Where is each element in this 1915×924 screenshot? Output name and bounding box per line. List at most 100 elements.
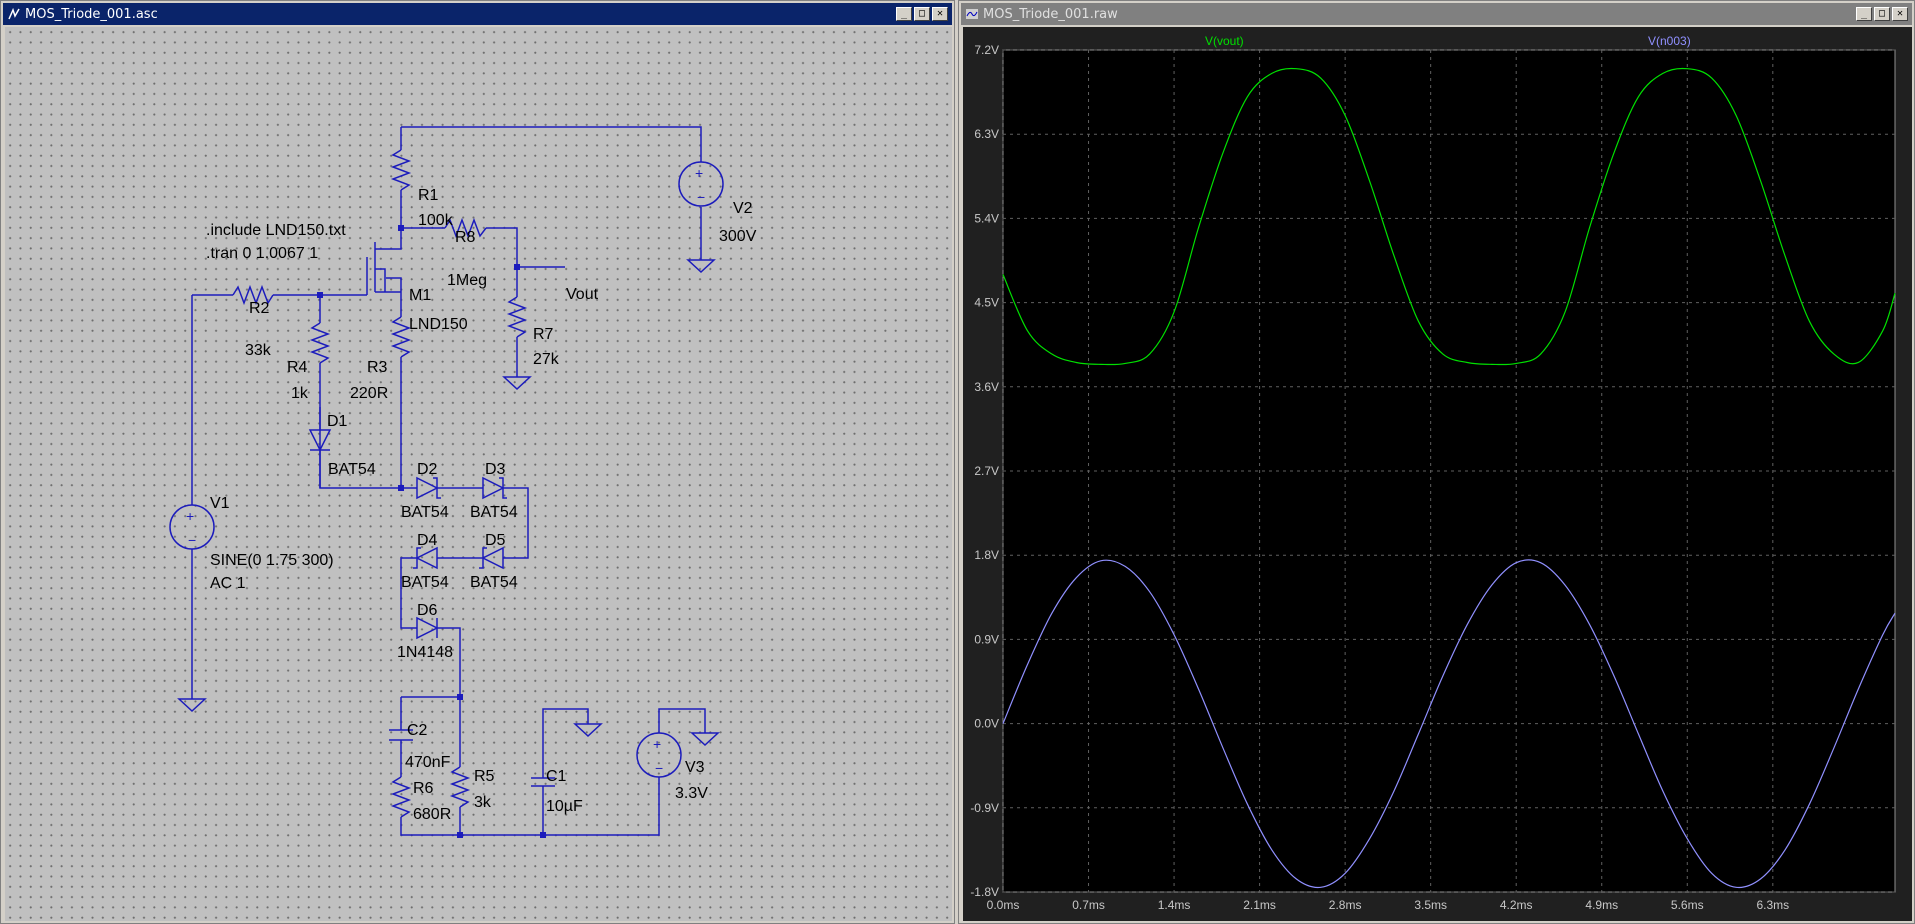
source-v3-symbol: +− [636, 732, 682, 778]
v1-name[interactable]: V1 [210, 495, 230, 512]
source-v2-symbol: +− [678, 161, 724, 207]
d4-value[interactable]: BAT54 [401, 574, 449, 591]
svg-text:+: + [695, 165, 703, 181]
ground-icon [573, 723, 603, 738]
r7-value[interactable]: 27k [533, 351, 560, 368]
d3-name[interactable]: D3 [485, 461, 506, 478]
y-tick-label: 0.0V [974, 717, 999, 731]
y-tick-label: 0.9V [974, 632, 999, 646]
source-v1-symbol: +− [169, 504, 215, 550]
schematic-title: MOS_Triode_001.asc [25, 6, 158, 22]
waveform-title: MOS_Triode_001.raw [983, 6, 1118, 22]
schematic-maximize-button[interactable]: □ [914, 7, 930, 21]
m1-value[interactable]: LND150 [409, 316, 468, 333]
d2-name[interactable]: D2 [417, 461, 438, 478]
trace-label-vout[interactable]: V(vout) [1205, 34, 1244, 48]
r1-value[interactable]: 100k [418, 212, 454, 229]
d3-value[interactable]: BAT54 [470, 504, 518, 521]
r6-value[interactable]: 680R [413, 806, 451, 823]
y-tick-label: 1.8V [974, 548, 999, 562]
waveform-plot-pane[interactable]: 7.2V 6.3V 5.4V 4.5V 3.6V 2.7V 1.8V 0.9V 0.0V -0.9… [963, 27, 1912, 921]
d4-name[interactable]: D4 [417, 532, 438, 549]
schematic-titlebar[interactable]: MOS_Triode_001.asc _ □ ✕ [3, 3, 952, 25]
ground-icon [502, 376, 532, 391]
r3-name[interactable]: R3 [367, 359, 388, 376]
c2-value[interactable]: 470nF [405, 754, 451, 771]
y-tick-label: 3.6V [974, 380, 999, 394]
d5-name[interactable]: D5 [485, 532, 506, 549]
d1-value[interactable]: BAT54 [328, 461, 376, 478]
ground-icon [686, 259, 716, 274]
v1-value-ac[interactable]: AC 1 [210, 575, 246, 592]
x-tick-label: 2.1ms [1243, 898, 1276, 912]
diode-symbols [308, 407, 507, 640]
waveform-close-button[interactable]: ✕ [1892, 7, 1908, 21]
x-tick-label: 0.0ms [987, 898, 1020, 912]
d6-name[interactable]: D6 [417, 602, 438, 619]
vout-net-label[interactable]: Vout [566, 286, 599, 303]
r4-name[interactable]: R4 [287, 359, 308, 376]
waveform-maximize-button[interactable]: □ [1874, 7, 1890, 21]
waveform-plot[interactable]: 7.2V 6.3V 5.4V 4.5V 3.6V 2.7V 1.8V 0.9V 0.0V -0.9… [963, 27, 1912, 921]
schematic-canvas[interactable]: + − + − + − .include LND150.txt .tran 0 … [5, 27, 952, 921]
x-tick-label: 5.6ms [1671, 898, 1704, 912]
y-tick-label: 4.5V [974, 296, 999, 310]
waveform-titlebar[interactable]: MOS_Triode_001.raw _ □ ✕ [961, 3, 1912, 25]
x-tick-label: 1.4ms [1158, 898, 1191, 912]
waveform-window[interactable]: MOS_Triode_001.raw _ □ ✕ 7.2V 6.3V 5.4V 4.5… [958, 0, 1915, 924]
ground-icon [177, 698, 207, 713]
schematic-app-icon [8, 7, 20, 20]
v3-value[interactable]: 3.3V [675, 785, 708, 802]
x-tick-label: 3.5ms [1414, 898, 1447, 912]
svg-text:−: − [188, 532, 196, 548]
d2-value[interactable]: BAT54 [401, 504, 449, 521]
schematic-labels: .include LND150.txt .tran 0 1.0067 1 R1 … [206, 187, 757, 823]
spice-directive-tran[interactable]: .tran 0 1.0067 1 [206, 245, 318, 262]
c1-name[interactable]: C1 [546, 768, 567, 785]
trace-label-n003[interactable]: V(n003) [1648, 34, 1691, 48]
d6-value[interactable]: 1N4148 [397, 644, 453, 661]
svg-text:−: − [697, 189, 705, 205]
y-tick-label: 2.7V [974, 464, 999, 478]
schematic-window[interactable]: MOS_Triode_001.asc _ □ ✕ + − + − + − .in… [0, 0, 955, 924]
d5-value[interactable]: BAT54 [470, 574, 518, 591]
y-tick-label: 7.2V [974, 43, 999, 57]
y-tick-label: -0.9V [970, 801, 999, 815]
r5-name[interactable]: R5 [474, 768, 495, 785]
r2-value[interactable]: 33k [245, 342, 272, 359]
x-tick-label: 4.2ms [1500, 898, 1533, 912]
r6-name[interactable]: R6 [413, 780, 434, 797]
svg-text:+: + [186, 508, 194, 524]
r1-name[interactable]: R1 [418, 187, 439, 204]
x-tick-label: 0.7ms [1072, 898, 1105, 912]
y-tick-label: 5.4V [974, 211, 999, 225]
r5-value[interactable]: 3k [474, 794, 492, 811]
schematic-drawing[interactable]: +− +− +− .include LND150.txt .tran 0 1.0… [5, 27, 952, 921]
v3-name[interactable]: V3 [685, 759, 705, 776]
v1-value[interactable]: SINE(0 1.75 300) [210, 552, 334, 569]
r8-name[interactable]: R8 [455, 229, 476, 246]
v2-value[interactable]: 300V [719, 228, 757, 245]
waveform-app-icon [966, 9, 978, 19]
r3-value[interactable]: 220R [350, 385, 388, 402]
schematic-minimize-button[interactable]: _ [896, 7, 912, 21]
y-tick-label: 6.3V [974, 127, 999, 141]
c1-value[interactable]: 10µF [546, 798, 583, 815]
schematic-close-button[interactable]: ✕ [932, 7, 948, 21]
d1-name[interactable]: D1 [327, 413, 348, 430]
diode-d3-symbol [482, 476, 507, 500]
svg-text:−: − [655, 760, 663, 776]
v2-name[interactable]: V2 [733, 200, 753, 217]
c2-name[interactable]: C2 [407, 722, 428, 739]
x-tick-label: 4.9ms [1585, 898, 1618, 912]
waveform-minimize-button[interactable]: _ [1856, 7, 1872, 21]
m1-name[interactable]: M1 [409, 287, 431, 304]
r8-value[interactable]: 1Meg [447, 272, 487, 289]
diode-d6-symbol [416, 616, 439, 640]
diode-d2-symbol [416, 476, 441, 500]
r4-value[interactable]: 1k [291, 385, 309, 402]
r7-name[interactable]: R7 [533, 326, 554, 343]
svg-text:+: + [653, 736, 661, 752]
r2-name[interactable]: R2 [249, 300, 270, 317]
spice-directive-include[interactable]: .include LND150.txt [206, 222, 346, 239]
